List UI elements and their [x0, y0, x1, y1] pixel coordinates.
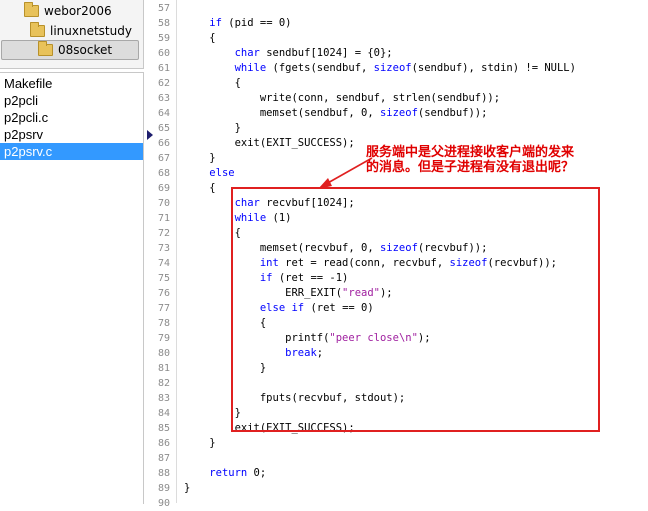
annotation-callout: 服务端中是父进程接收客户端的发来 的消息。但是子进程有没有退出呢？ — [366, 145, 646, 175]
annotation-arrow-icon — [318, 157, 373, 189]
annotation-line-1: 服务端中是父进程接收客户端的发来 — [366, 145, 575, 160]
annotation-line-2: 的消息。但是子进程有没有退出呢？ — [366, 160, 575, 175]
